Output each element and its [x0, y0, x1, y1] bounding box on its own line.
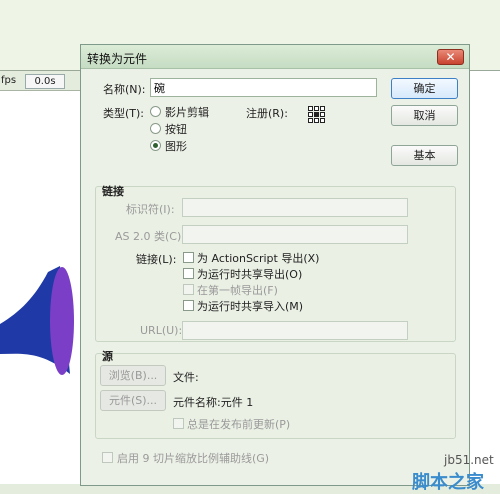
export-actionscript-checkbox[interactable] — [183, 252, 194, 263]
export-runtime-sharing-checkbox[interactable] — [183, 268, 194, 279]
as-class-input[interactable] — [182, 225, 408, 244]
identifier-label: 标识符(I): — [126, 203, 175, 216]
import-runtime-sharing-checkbox[interactable] — [183, 300, 194, 311]
export-first-frame-checkbox[interactable] — [183, 284, 194, 295]
type-button-label[interactable]: 按钮 — [165, 121, 187, 137]
cancel-button[interactable]: 取消 — [391, 105, 458, 126]
registration-label: 注册(R): — [246, 107, 288, 120]
linkage-title: 链接 — [102, 185, 124, 198]
type-label: 类型(T): — [103, 107, 145, 120]
nine-slice-checkbox[interactable] — [102, 452, 113, 463]
export-actionscript-label[interactable]: 为 ActionScript 导出(X) — [197, 250, 319, 266]
type-graphic-radio[interactable] — [150, 140, 161, 151]
source-title: 源 — [102, 350, 113, 363]
export-runtime-sharing-label[interactable]: 为运行时共享导出(O) — [197, 266, 302, 282]
always-update-label: 总是在发布前更新(P) — [187, 418, 291, 431]
close-button[interactable]: ✕ — [437, 49, 464, 65]
linkage-label: 链接(L): — [136, 253, 177, 266]
symbol-button[interactable]: 元件(S)... — [100, 390, 166, 411]
type-button-radio[interactable] — [150, 123, 161, 134]
as-class-label: AS 2.0 类(C): — [115, 230, 185, 243]
basic-button[interactable]: 基本 — [391, 145, 458, 166]
url-label: URL(U): — [140, 324, 183, 337]
watermark-name: 脚本之家 — [412, 472, 484, 493]
type-graphic-label[interactable]: 图形 — [165, 138, 187, 154]
url-input[interactable] — [182, 321, 408, 340]
identifier-input[interactable] — [182, 198, 408, 217]
browse-button[interactable]: 浏览(B)... — [100, 365, 166, 386]
watermark-site: jb51.net — [444, 453, 494, 467]
bowl-shape[interactable] — [0, 92, 82, 494]
name-label: 名称(N): — [103, 83, 146, 96]
type-movieclip-radio[interactable] — [150, 106, 161, 117]
name-input[interactable] — [150, 78, 377, 97]
source-group: 源 浏览(B)... 文件: 元件(S)... 元件名称:元件 1 总是在发布前… — [95, 350, 456, 439]
always-update-checkbox[interactable] — [173, 418, 184, 429]
symbol-name-label: 元件名称:元件 1 — [173, 396, 254, 409]
registration-grid-icon[interactable] — [308, 106, 325, 123]
nine-slice-label: 启用 9 切片缩放比例辅助线(G) — [117, 452, 270, 465]
ok-button[interactable]: 确定 — [391, 78, 458, 99]
linkage-group: 链接 标识符(I): AS 2.0 类(C): 链接(L): 为 ActionS… — [95, 185, 456, 342]
timeline-statusbar: fps 0.0s — [0, 71, 82, 91]
stage-canvas[interactable] — [0, 92, 82, 494]
file-label: 文件: — [173, 371, 199, 384]
convert-to-symbol-dialog: 转换为元件 ✕ 名称(N): 类型(T): 影片剪辑 按钮 图形 注册(R): … — [80, 44, 470, 486]
dialog-titlebar[interactable]: 转换为元件 ✕ — [81, 45, 469, 69]
fps-label: fps — [1, 75, 17, 86]
import-runtime-sharing-label[interactable]: 为运行时共享导入(M) — [197, 298, 303, 314]
type-movieclip-label[interactable]: 影片剪辑 — [165, 104, 209, 120]
fps-value: 0.0s — [25, 74, 65, 89]
dialog-title: 转换为元件 — [87, 52, 148, 66]
close-icon: ✕ — [445, 50, 456, 64]
export-first-frame-label: 在第一帧导出(F) — [197, 284, 278, 297]
